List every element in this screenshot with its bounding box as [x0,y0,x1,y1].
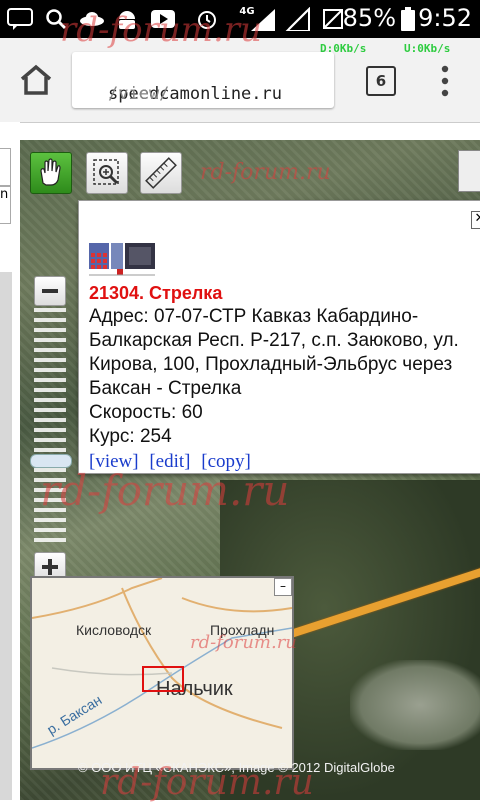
popup-course: Курс: 254 [89,426,172,447]
home-button[interactable] [18,64,54,96]
watermark-text: rd-forum.ru [190,632,297,653]
upload-speed: U:0Kb/s [404,42,451,55]
battery-icon [398,6,418,32]
battery-percent: 85% [342,4,396,32]
url-path: /view/ [108,84,170,104]
pan-tool-button[interactable] [30,152,72,194]
watermark-text: rd-forum.ru [200,160,331,185]
ruler-tool-button[interactable] [140,152,182,194]
minimap-label-kislovodsk: Кисловодск [76,622,152,638]
clock: 9:52 [418,4,472,32]
side-gray-panel [0,272,12,800]
url-field[interactable]: speedcamonline.ru/view/ [72,52,334,108]
camera-info-popup: ✕ 21304. Стрелка Адрес: 07-07-СТР Кавказ… [78,200,480,474]
watermark-text: rd-forum.ru [40,466,290,515]
zoom-box-icon [93,159,119,185]
minimap-viewport-rect[interactable] [142,666,184,692]
overview-minimap[interactable]: – Кисловодск Прохладн Нальчик р. Баксан [30,576,294,770]
browser-toolbar: D:0Kb/s U:0Kb/s speedcamonline.ru/view/ … [0,38,480,123]
more-vert-icon [441,65,449,97]
minimap-toggle-button[interactable]: – [274,578,292,596]
zoom-box-tool-button[interactable] [86,152,128,194]
watermark-text: rd-forum.ru [60,10,262,50]
overflow-menu-button[interactable] [438,64,452,98]
popup-close-button[interactable]: ✕ [471,211,480,229]
popup-address: Адрес: 07-07-СТР Кавказ Кабардино-Балкар… [89,306,459,399]
chat-notification-icon [6,6,34,32]
page-side-strip: n [0,122,20,800]
side-box-letter: n [0,186,11,224]
ruler-icon [145,157,177,189]
no-signal-icon [284,6,312,32]
side-box [0,148,11,186]
minus-icon [42,289,58,293]
popup-title: 21304. Стрелка [89,283,223,303]
popup-speed: Скорость: 60 [89,402,203,423]
hand-icon [40,158,61,186]
map-town-area [350,660,480,750]
tab-switcher-button[interactable]: 6 [366,66,396,96]
map-search-button[interactable] [458,150,480,192]
speed-camera-icon [89,243,155,276]
popup-details: Адрес: 07-07-СТР Кавказ Кабардино-Балкар… [89,305,469,449]
zoom-out-button[interactable] [34,276,66,306]
home-icon [20,64,52,95]
watermark-text: rd-forum.ru [100,762,314,803]
